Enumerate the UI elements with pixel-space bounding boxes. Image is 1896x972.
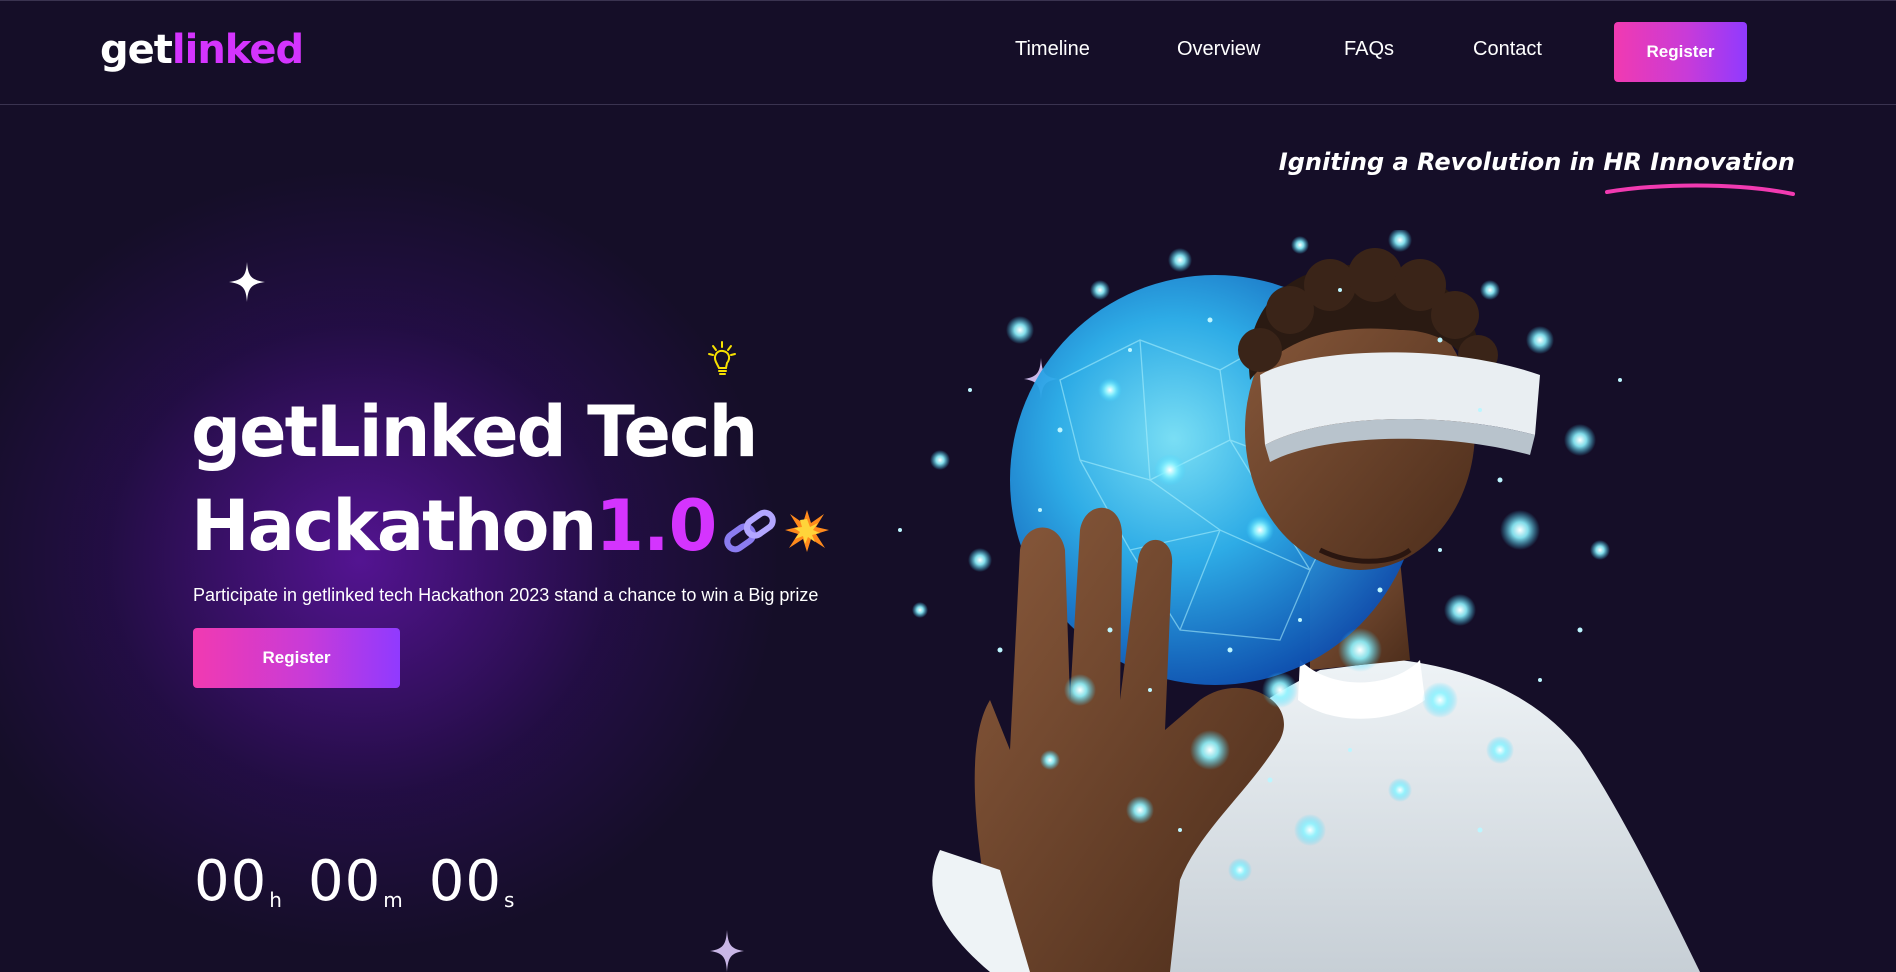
nav-link-contact[interactable]: Contact (1473, 38, 1542, 61)
countdown-timer: 00 h 00 m 00 s (194, 849, 540, 914)
hero-image (898, 230, 1700, 972)
countdown-minutes-unit: m (383, 888, 403, 912)
hero-title-line1: getLinked Tech (191, 391, 758, 473)
logo[interactable]: getlinked (100, 26, 304, 74)
tagline-underline (1605, 183, 1795, 196)
hero-title-word: Hackathon (191, 485, 597, 567)
tagline: Igniting a Revolution in HR Innovation (1278, 148, 1795, 176)
countdown-hours-unit: h (269, 888, 282, 912)
sparkle-star-icon (710, 930, 744, 972)
countdown-seconds: 00 s (428, 849, 515, 914)
logo-text-linked: linked (171, 27, 304, 73)
nav-link-faqs[interactable]: FAQs (1344, 38, 1394, 61)
countdown-minutes-value: 00 (307, 849, 382, 914)
countdown-minutes: 00 m (307, 849, 403, 914)
collision-burst-icon (785, 509, 830, 552)
nav-link-timeline[interactable]: Timeline (1015, 38, 1090, 61)
hero-description: Participate in getlinked tech Hackathon … (193, 585, 819, 605)
chain-link-icon (724, 509, 777, 553)
hero-title: getLinked Tech Hackathon1.0 (191, 385, 830, 573)
landing-page: getlinked Timeline Overview FAQs Contact… (0, 0, 1896, 972)
countdown-hours-value: 00 (194, 849, 268, 914)
hero-title-version: 1.0 (595, 485, 717, 567)
countdown-seconds-value: 00 (428, 849, 502, 914)
site-header: getlinked Timeline Overview FAQs Contact… (0, 0, 1896, 105)
countdown-seconds-unit: s (503, 888, 515, 912)
sparkle-star-icon (229, 262, 265, 302)
nav-link-overview[interactable]: Overview (1177, 38, 1260, 61)
hero-register-button[interactable]: Register (193, 628, 400, 688)
lightbulb-icon (708, 341, 736, 375)
header-register-button[interactable]: Register (1614, 22, 1747, 82)
logo-text-get: get (100, 27, 173, 73)
hero-title-line2: Hackathon1.0 (191, 479, 830, 573)
countdown-hours: 00 h (194, 849, 282, 914)
